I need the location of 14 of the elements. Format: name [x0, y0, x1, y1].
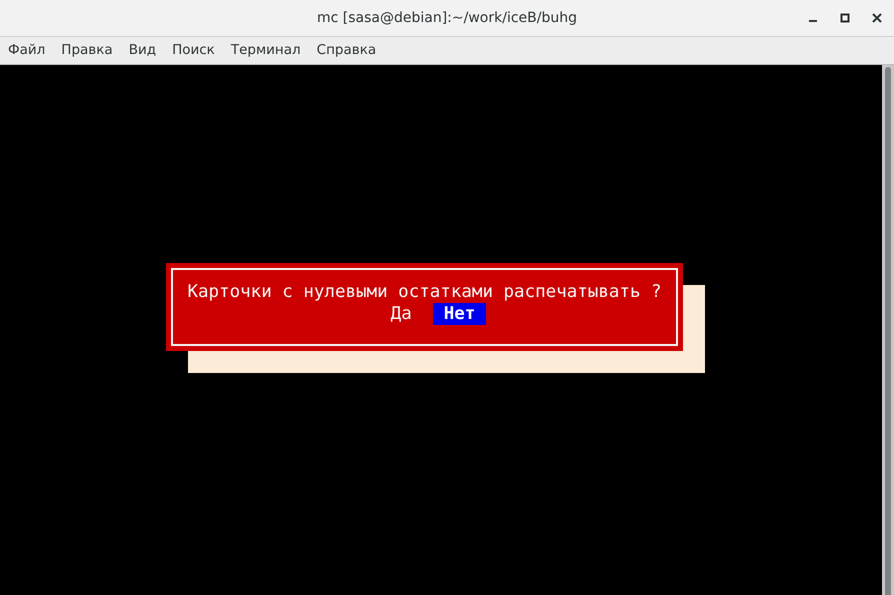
menu-item[interactable]: Поиск: [172, 40, 215, 61]
dialog-button[interactable]: Да: [390, 303, 412, 325]
scrollbar[interactable]: [882, 65, 894, 595]
menu-item[interactable]: Вид: [128, 40, 156, 61]
menu-item[interactable]: Файл: [8, 40, 46, 61]
close-icon[interactable]: [872, 13, 882, 23]
menu-item[interactable]: Справка: [316, 40, 376, 61]
menu-item[interactable]: Правка: [61, 40, 113, 61]
menu-item[interactable]: Терминал: [230, 40, 301, 61]
maximize-icon[interactable]: [840, 13, 850, 23]
dialog-message: Карточки с нулевыми остатками распечатывать ?: [187, 281, 662, 303]
dialog-button[interactable]: Нет: [432, 303, 486, 325]
scrollbar-thumb[interactable]: [885, 67, 891, 595]
window-title: mc [sasa@debian]:~/work/iceB/buhg: [317, 8, 577, 28]
